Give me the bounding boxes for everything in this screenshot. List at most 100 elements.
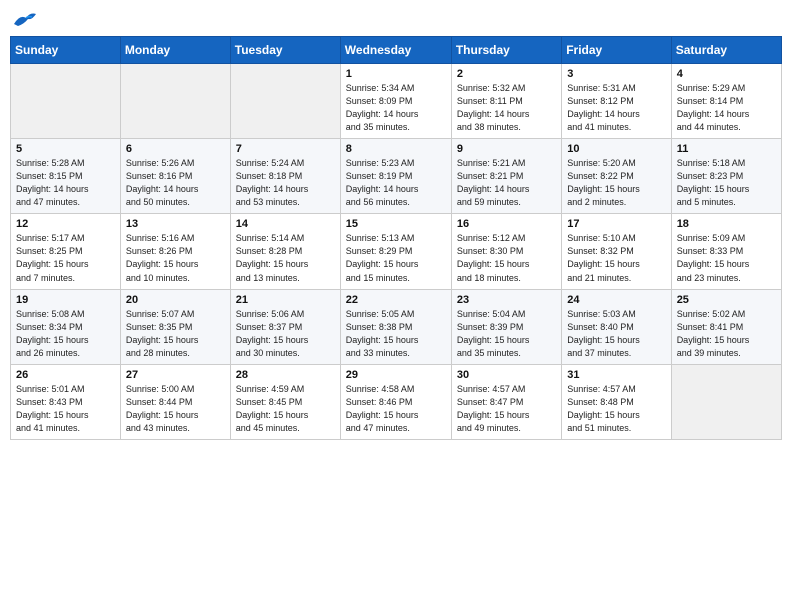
calendar-header-thursday: Thursday [451,37,561,64]
day-number: 9 [457,143,556,155]
calendar-cell: 1 Sunrise: 5:34 AM Sunset: 8:09 PM Daylig… [340,64,451,139]
day-info: Sunrise: 4:58 AM Sunset: 8:46 PM Dayligh… [346,383,446,435]
calendar-cell: 19 Sunrise: 5:08 AM Sunset: 8:34 PM Dayli… [11,289,121,364]
day-info: Sunrise: 5:23 AM Sunset: 8:19 PM Dayligh… [346,157,446,209]
calendar-cell: 5 Sunrise: 5:28 AM Sunset: 8:15 PM Daylig… [11,139,121,214]
calendar-cell: 4 Sunrise: 5:29 AM Sunset: 8:14 PM Daylig… [671,64,781,139]
day-info: Sunrise: 5:03 AM Sunset: 8:40 PM Dayligh… [567,308,665,360]
day-number: 11 [677,143,776,155]
day-info: Sunrise: 5:00 AM Sunset: 8:44 PM Dayligh… [126,383,225,435]
day-info: Sunrise: 5:29 AM Sunset: 8:14 PM Dayligh… [677,82,776,134]
day-info: Sunrise: 4:59 AM Sunset: 8:45 PM Dayligh… [236,383,335,435]
day-number: 24 [567,294,665,306]
calendar-cell: 10 Sunrise: 5:20 AM Sunset: 8:22 PM Dayli… [562,139,671,214]
day-info: Sunrise: 5:18 AM Sunset: 8:23 PM Dayligh… [677,157,776,209]
calendar-cell: 13 Sunrise: 5:16 AM Sunset: 8:26 PM Dayli… [120,214,230,289]
calendar-week-row: 12 Sunrise: 5:17 AM Sunset: 8:25 PM Dayli… [11,214,782,289]
day-number: 19 [16,294,115,306]
day-number: 27 [126,369,225,381]
day-number: 22 [346,294,446,306]
calendar-cell: 21Sunrise: 5:06 AM Sunset: 8:37 PM Dayli… [230,289,340,364]
day-number: 12 [16,218,115,230]
day-number: 29 [346,369,446,381]
calendar-cell [230,64,340,139]
day-info: Sunrise: 5:31 AM Sunset: 8:12 PM Dayligh… [567,82,665,134]
calendar-cell: 2Sunrise: 5:32 AM Sunset: 8:11 PM Daylig… [451,64,561,139]
calendar-cell: 11 Sunrise: 5:18 AM Sunset: 8:23 PM Dayli… [671,139,781,214]
day-info: Sunrise: 5:34 AM Sunset: 8:09 PM Dayligh… [346,82,446,134]
day-info: Sunrise: 4:57 AM Sunset: 8:48 PM Dayligh… [567,383,665,435]
calendar-cell: 22 Sunrise: 5:05 AM Sunset: 8:38 PM Dayli… [340,289,451,364]
calendar-cell: 15 Sunrise: 5:13 AM Sunset: 8:29 PM Dayli… [340,214,451,289]
day-number: 5 [16,143,115,155]
calendar-cell [671,364,781,439]
day-info: Sunrise: 5:21 AM Sunset: 8:21 PM Dayligh… [457,157,556,209]
calendar-cell: 12 Sunrise: 5:17 AM Sunset: 8:25 PM Dayli… [11,214,121,289]
day-number: 31 [567,369,665,381]
day-number: 1 [346,68,446,80]
day-number: 2 [457,68,556,80]
calendar-week-row: 26 Sunrise: 5:01 AM Sunset: 8:43 PM Dayli… [11,364,782,439]
calendar-cell: 9 Sunrise: 5:21 AM Sunset: 8:21 PM Daylig… [451,139,561,214]
day-number: 30 [457,369,556,381]
page-header [10,10,782,28]
day-info: Sunrise: 5:12 AM Sunset: 8:30 PM Dayligh… [457,232,556,284]
day-number: 10 [567,143,665,155]
day-number: 28 [236,369,335,381]
calendar-cell [11,64,121,139]
calendar-cell: 27 Sunrise: 5:00 AM Sunset: 8:44 PM Dayli… [120,364,230,439]
calendar-cell: 17Sunrise: 5:10 AM Sunset: 8:32 PM Dayli… [562,214,671,289]
day-number: 14 [236,218,335,230]
calendar-header-row: SundayMondayTuesdayWednesdayThursdayFrid… [11,37,782,64]
day-number: 26 [16,369,115,381]
day-number: 4 [677,68,776,80]
calendar-table: SundayMondayTuesdayWednesdayThursdayFrid… [10,36,782,440]
calendar-cell: 8 Sunrise: 5:23 AM Sunset: 8:19 PM Daylig… [340,139,451,214]
calendar-cell: 14 Sunrise: 5:14 AM Sunset: 8:28 PM Dayli… [230,214,340,289]
calendar-cell: 16Sunrise: 5:12 AM Sunset: 8:30 PM Dayli… [451,214,561,289]
day-info: Sunrise: 5:26 AM Sunset: 8:16 PM Dayligh… [126,157,225,209]
calendar-cell: 24 Sunrise: 5:03 AM Sunset: 8:40 PM Dayli… [562,289,671,364]
calendar-header-tuesday: Tuesday [230,37,340,64]
day-info: Sunrise: 4:57 AM Sunset: 8:47 PM Dayligh… [457,383,556,435]
calendar-cell: 25 Sunrise: 5:02 AM Sunset: 8:41 PM Dayli… [671,289,781,364]
day-number: 13 [126,218,225,230]
day-number: 15 [346,218,446,230]
calendar-cell [120,64,230,139]
day-number: 18 [677,218,776,230]
day-info: Sunrise: 5:13 AM Sunset: 8:29 PM Dayligh… [346,232,446,284]
day-info: Sunrise: 5:17 AM Sunset: 8:25 PM Dayligh… [16,232,115,284]
day-info: Sunrise: 5:05 AM Sunset: 8:38 PM Dayligh… [346,308,446,360]
day-info: Sunrise: 5:07 AM Sunset: 8:35 PM Dayligh… [126,308,225,360]
day-info: Sunrise: 5:28 AM Sunset: 8:15 PM Dayligh… [16,157,115,209]
calendar-cell: 29 Sunrise: 4:58 AM Sunset: 8:46 PM Dayli… [340,364,451,439]
day-info: Sunrise: 5:10 AM Sunset: 8:32 PM Dayligh… [567,232,665,284]
calendar-header-friday: Friday [562,37,671,64]
calendar-cell: 20 Sunrise: 5:07 AM Sunset: 8:35 PM Dayli… [120,289,230,364]
day-info: Sunrise: 5:06 AM Sunset: 8:37 PM Dayligh… [236,308,335,360]
calendar-week-row: 19 Sunrise: 5:08 AM Sunset: 8:34 PM Dayli… [11,289,782,364]
calendar-header-saturday: Saturday [671,37,781,64]
day-info: Sunrise: 5:14 AM Sunset: 8:28 PM Dayligh… [236,232,335,284]
calendar-cell: 23Sunrise: 5:04 AM Sunset: 8:39 PM Dayli… [451,289,561,364]
calendar-cell: 26 Sunrise: 5:01 AM Sunset: 8:43 PM Dayli… [11,364,121,439]
day-info: Sunrise: 5:09 AM Sunset: 8:33 PM Dayligh… [677,232,776,284]
calendar-cell: 18 Sunrise: 5:09 AM Sunset: 8:33 PM Dayli… [671,214,781,289]
day-number: 7 [236,143,335,155]
day-number: 25 [677,294,776,306]
day-info: Sunrise: 5:20 AM Sunset: 8:22 PM Dayligh… [567,157,665,209]
calendar-week-row: 5 Sunrise: 5:28 AM Sunset: 8:15 PM Daylig… [11,139,782,214]
day-number: 20 [126,294,225,306]
day-info: Sunrise: 5:24 AM Sunset: 8:18 PM Dayligh… [236,157,335,209]
day-info: Sunrise: 5:02 AM Sunset: 8:41 PM Dayligh… [677,308,776,360]
logo-bird-icon [12,10,36,28]
day-info: Sunrise: 5:08 AM Sunset: 8:34 PM Dayligh… [16,308,115,360]
calendar-cell: 30 Sunrise: 4:57 AM Sunset: 8:47 PM Dayli… [451,364,561,439]
day-number: 8 [346,143,446,155]
day-number: 3 [567,68,665,80]
day-info: Sunrise: 5:16 AM Sunset: 8:26 PM Dayligh… [126,232,225,284]
day-info: Sunrise: 5:01 AM Sunset: 8:43 PM Dayligh… [16,383,115,435]
calendar-cell: 31 Sunrise: 4:57 AM Sunset: 8:48 PM Dayli… [562,364,671,439]
calendar-cell: 6Sunrise: 5:26 AM Sunset: 8:16 PM Daylig… [120,139,230,214]
calendar-cell: 28 Sunrise: 4:59 AM Sunset: 8:45 PM Dayli… [230,364,340,439]
